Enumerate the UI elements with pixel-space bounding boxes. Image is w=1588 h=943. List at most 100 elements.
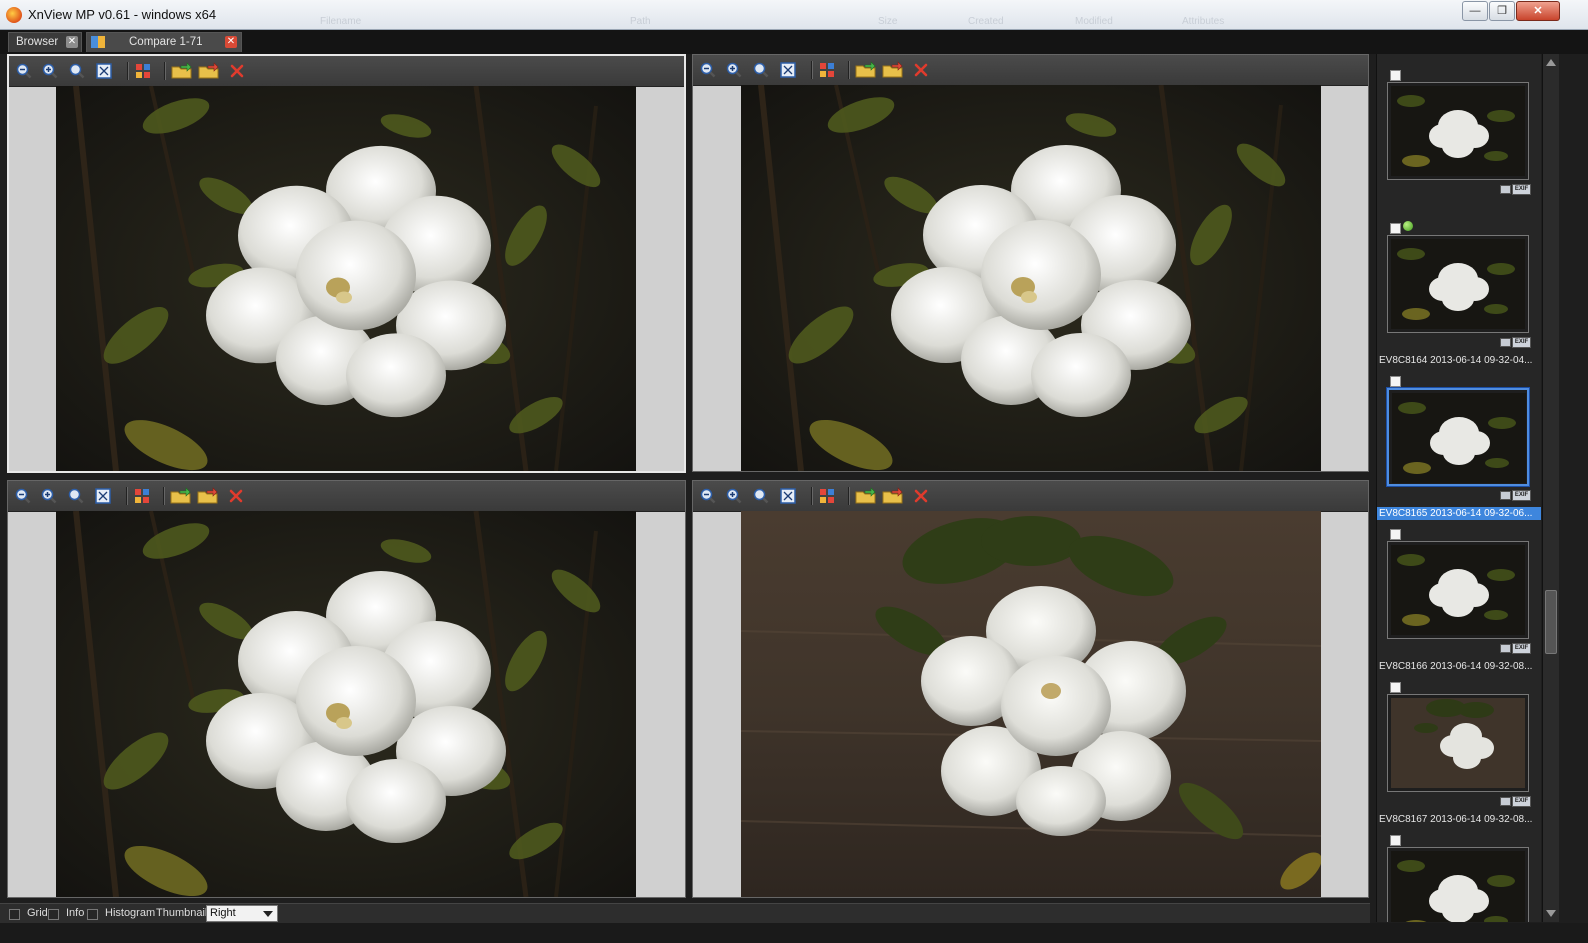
info-checkbox[interactable] — [48, 909, 59, 920]
close-window-button[interactable]: ✕ — [1516, 1, 1560, 21]
ghost-header-created: Created — [968, 16, 1004, 27]
scroll-down-icon[interactable] — [1546, 910, 1556, 917]
app-logo-icon — [6, 7, 22, 23]
zoom-in-icon[interactable] — [41, 62, 59, 80]
compare-tab-icon — [91, 36, 105, 48]
open-folder-icon[interactable] — [855, 487, 877, 505]
ghost-header-attributes: Attributes — [1182, 16, 1225, 27]
compare-panel-3[interactable] — [7, 480, 686, 898]
tab-browser-close-icon[interactable]: ✕ — [66, 36, 78, 48]
photo-area — [56, 86, 636, 471]
move-folder-icon[interactable] — [198, 62, 220, 80]
exif-badge: EXIF — [1512, 337, 1531, 348]
layout-grid-icon[interactable] — [134, 62, 152, 80]
thumbnail-item[interactable]: EXIF EV8C8165 2013-06-14 09-32-06... — [1377, 366, 1541, 520]
maximize-button[interactable]: ❐ — [1489, 1, 1515, 21]
zoom-out-icon[interactable] — [699, 61, 717, 79]
zoom-actual-icon[interactable] — [752, 487, 770, 505]
layout-grid-icon[interactable] — [818, 61, 836, 79]
thumbnail-scrollbar[interactable] — [1542, 54, 1559, 922]
exif-badge: EXIF — [1512, 643, 1531, 654]
fit-window-icon[interactable] — [95, 62, 113, 80]
thumbnail-image — [1391, 86, 1525, 176]
zoom-out-icon[interactable] — [14, 487, 32, 505]
zoom-in-icon[interactable] — [725, 61, 743, 79]
status-bar: Grid Info Histogram Thumbnails Right — [0, 903, 1370, 924]
scrollbar-thumb[interactable] — [1545, 590, 1557, 654]
move-folder-icon[interactable] — [882, 61, 904, 79]
thumbnail-checkbox[interactable] — [1390, 682, 1401, 693]
thumbnail-checkbox[interactable] — [1390, 835, 1401, 846]
open-folder-icon[interactable] — [171, 62, 193, 80]
fit-window-icon[interactable] — [94, 487, 112, 505]
thumbnail-item[interactable]: EXIF — [1377, 60, 1541, 213]
move-folder-icon[interactable] — [197, 487, 219, 505]
tab-browser[interactable]: Browser ✕ — [8, 32, 82, 52]
photo-gardenia-wall — [741, 511, 1321, 897]
ghost-header-path: Path — [630, 16, 651, 27]
thumbnail-frame[interactable] — [1387, 694, 1529, 792]
compare-panel-1[interactable] — [7, 54, 686, 473]
zoom-actual-icon[interactable] — [68, 62, 86, 80]
photo-area — [741, 511, 1321, 897]
thumbnails-position-select[interactable]: Right — [206, 905, 278, 922]
compare-panel-4[interactable] — [692, 480, 1369, 898]
thumbnail-item[interactable]: EXIF EV8C8166 2013-06-14 09-32-08... — [1377, 519, 1541, 672]
zoom-in-icon[interactable] — [40, 487, 58, 505]
layout-grid-icon[interactable] — [818, 487, 836, 505]
thumbnail-frame[interactable] — [1387, 82, 1529, 180]
open-folder-icon[interactable] — [170, 487, 192, 505]
thumbnail-checkbox[interactable] — [1390, 223, 1401, 234]
exif-badge: EXIF — [1512, 490, 1531, 501]
open-folder-icon[interactable] — [855, 61, 877, 79]
exif-badge: EXIF — [1512, 796, 1531, 807]
close-x-icon[interactable] — [227, 487, 245, 505]
close-x-icon[interactable] — [912, 61, 930, 79]
toolbar-separator — [126, 487, 128, 505]
move-folder-icon[interactable] — [882, 487, 904, 505]
layout-grid-icon[interactable] — [133, 487, 151, 505]
zoom-in-icon[interactable] — [725, 487, 743, 505]
toolbar-separator — [127, 62, 129, 80]
panel-toolbar — [693, 481, 1368, 512]
thumbnail-info-icon — [1500, 491, 1511, 500]
fit-window-icon[interactable] — [779, 487, 797, 505]
zoom-out-icon[interactable] — [15, 62, 33, 80]
close-x-icon[interactable] — [912, 487, 930, 505]
thumbnail-frame[interactable] — [1387, 235, 1529, 333]
photo-gardenia — [741, 85, 1321, 471]
zoom-actual-icon[interactable] — [752, 61, 770, 79]
exif-badge: EXIF — [1512, 184, 1531, 195]
panel-toolbar — [8, 481, 685, 512]
histogram-checkbox[interactable] — [87, 909, 98, 920]
thumbnail-checkbox[interactable] — [1390, 376, 1401, 387]
fit-window-icon[interactable] — [779, 61, 797, 79]
panel-toolbar — [9, 56, 684, 87]
thumbnail-checkbox[interactable] — [1390, 70, 1401, 81]
thumbnail-item[interactable]: EXIF EV8C8164 2013-06-14 09-32-04... — [1377, 213, 1541, 366]
tab-compare[interactable]: Compare 1-71 ✕ — [86, 32, 242, 52]
zoom-out-icon[interactable] — [699, 487, 717, 505]
scroll-up-icon[interactable] — [1546, 59, 1556, 66]
zoom-actual-icon[interactable] — [67, 487, 85, 505]
thumbnail-frame[interactable] — [1387, 541, 1529, 639]
thumbnails-position-value: Right — [210, 907, 236, 919]
ghost-header-filename: Filename — [320, 16, 362, 27]
minimize-button[interactable]: — — [1462, 1, 1488, 21]
toolbar-separator — [848, 487, 850, 505]
grid-checkbox[interactable] — [9, 909, 20, 920]
compare-panel-2[interactable] — [692, 54, 1369, 472]
grid-label: Grid — [27, 907, 48, 919]
thumbnail-item[interactable]: EV8C8168 2013-06-14 09-32-16... — [1377, 825, 1541, 922]
info-label: Info — [66, 907, 85, 919]
tab-compare-close-icon[interactable]: ✕ — [225, 36, 237, 48]
close-x-icon[interactable] — [228, 62, 246, 80]
tab-browser-label: Browser — [16, 36, 59, 48]
toolbar-separator — [164, 62, 166, 80]
thumbnail-strip[interactable]: EXIF EXIF EV8C8164 2013-06-14 09-32-04...… — [1376, 54, 1541, 922]
thumbnail-checkbox[interactable] — [1390, 529, 1401, 540]
thumbnail-frame[interactable] — [1387, 388, 1529, 486]
thumbnail-item[interactable]: EXIF EV8C8167 2013-06-14 09-32-08... — [1377, 672, 1541, 825]
thumbnail-frame[interactable] — [1387, 847, 1529, 922]
photo-gardenia — [56, 511, 636, 897]
